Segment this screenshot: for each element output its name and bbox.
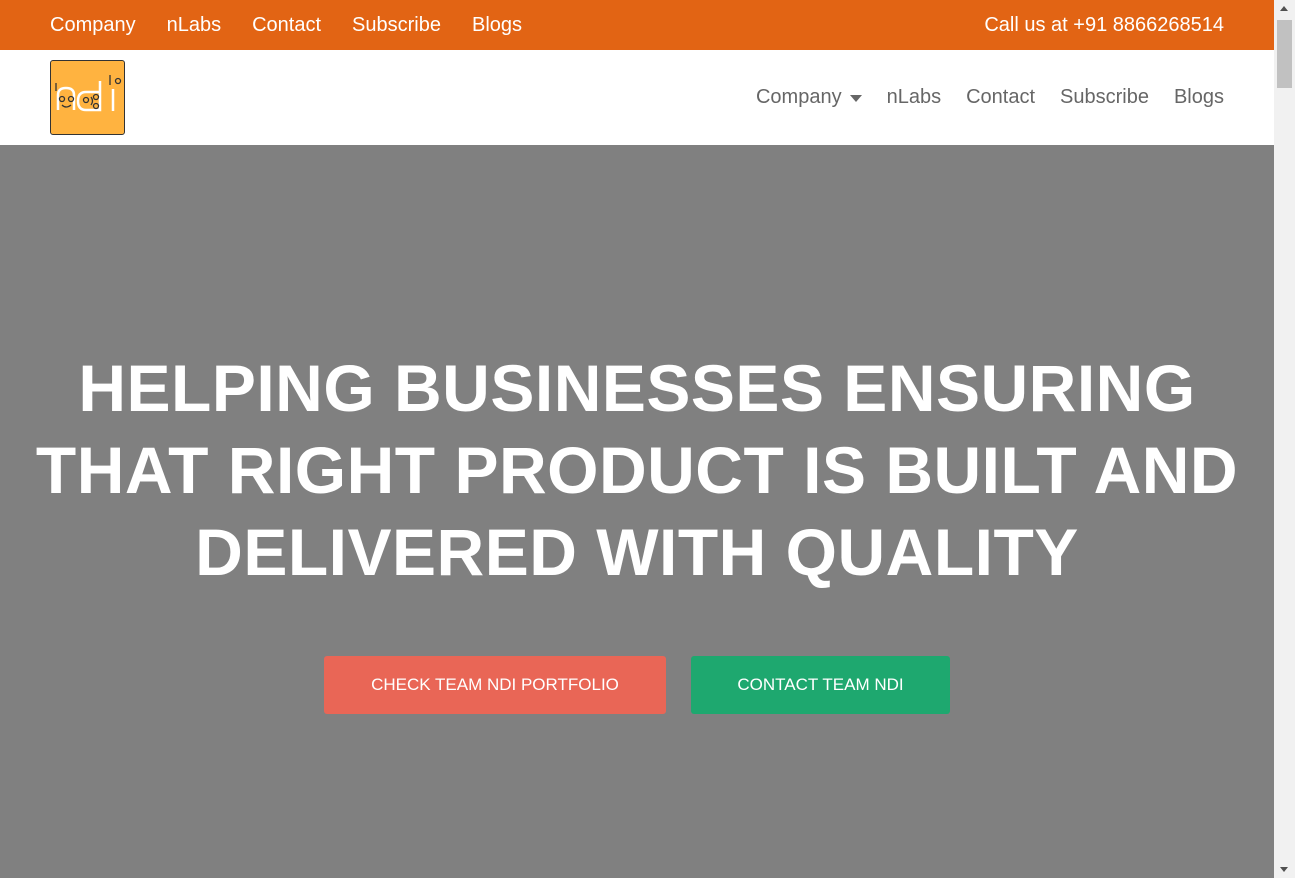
- portfolio-button[interactable]: CHECK TEAM NDI PORTFOLIO: [324, 656, 666, 714]
- top-link-blogs[interactable]: Blogs: [472, 14, 522, 37]
- contact-button[interactable]: CONTACT TEAM NDI: [691, 656, 950, 714]
- top-link-company[interactable]: Company: [50, 14, 136, 37]
- nav-links: Company nLabs Contact Subscribe Blogs: [731, 50, 1224, 145]
- top-bar-links: Company nLabs Contact Subscribe Blogs: [50, 0, 553, 50]
- top-link-nlabs[interactable]: nLabs: [167, 14, 222, 37]
- main-navbar: Company nLabs Contact Subscribe Blogs: [0, 50, 1274, 145]
- hero-section: HELPING BUSINESSES ENSURING THAT RIGHT P…: [0, 145, 1274, 878]
- scroll-thumb[interactable]: [1277, 20, 1292, 88]
- nav-company-label: Company: [755, 86, 842, 108]
- nav-link-blogs[interactable]: Blogs: [1174, 86, 1224, 109]
- scroll-up-arrow-icon[interactable]: [1280, 6, 1288, 11]
- page: Company nLabs Contact Subscribe Blogs Ca…: [0, 0, 1274, 878]
- top-link-subscribe[interactable]: Subscribe: [352, 14, 441, 37]
- nav-link-contact[interactable]: Contact: [966, 86, 1035, 109]
- vertical-scrollbar[interactable]: [1274, 0, 1295, 878]
- nav-link-nlabs[interactable]: nLabs: [887, 86, 942, 109]
- nav-link-subscribe[interactable]: Subscribe: [1060, 86, 1149, 109]
- top-link-contact[interactable]: Contact: [252, 14, 321, 37]
- scroll-down-arrow-icon[interactable]: [1280, 867, 1288, 872]
- caret-down-icon: [849, 95, 862, 102]
- ndi-logo-icon: [55, 75, 122, 112]
- ndi-logo[interactable]: [50, 60, 125, 135]
- phone-number[interactable]: Call us at +91 8866268514: [984, 0, 1224, 50]
- hero-headline: HELPING BUSINESSES ENSURING THAT RIGHT P…: [35, 351, 1239, 589]
- nav-company-dropdown[interactable]: Company: [756, 86, 862, 109]
- top-bar: Company nLabs Contact Subscribe Blogs Ca…: [0, 0, 1274, 50]
